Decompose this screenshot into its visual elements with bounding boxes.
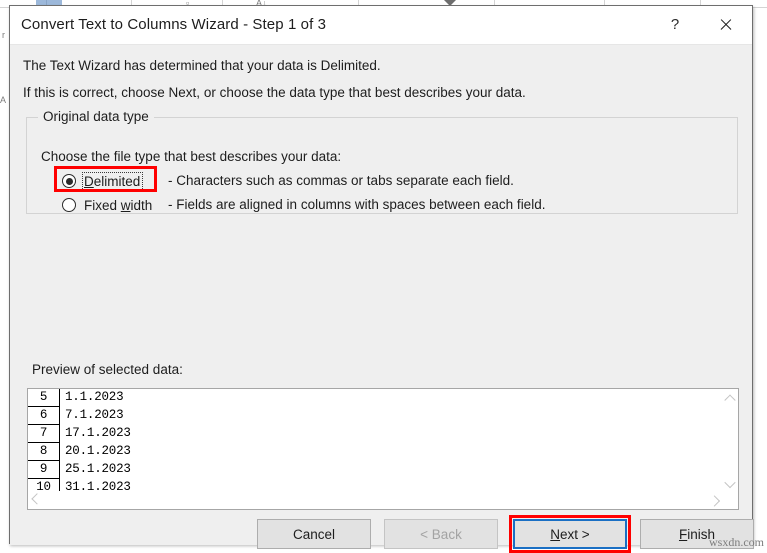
- preview-row: 9 25.1.2023: [28, 461, 720, 479]
- convert-text-to-columns-dialog: Convert Text to Columns Wizard - Step 1 …: [9, 5, 753, 544]
- radio-selected-icon: [62, 174, 76, 188]
- preview-row-value: 20.1.2023: [60, 443, 131, 461]
- preview-horizontal-scrollbar[interactable]: [28, 492, 721, 509]
- intro-text-line-2: If this is correct, choose Next, or choo…: [23, 85, 526, 100]
- preview-row-number: 8: [28, 443, 60, 461]
- close-icon: [719, 18, 732, 31]
- preview-row: 10 31.1.2023: [28, 479, 720, 491]
- preview-row: 6 7.1.2023: [28, 407, 720, 425]
- preview-row-value: 7.1.2023: [60, 407, 123, 425]
- preview-row: 7 17.1.2023: [28, 425, 720, 443]
- preview-row-value: 31.1.2023: [60, 479, 131, 491]
- radio-delimited-label: Delimited: [83, 173, 142, 190]
- chevron-left-icon: [31, 493, 42, 504]
- scroll-right-button[interactable]: [704, 492, 721, 509]
- preview-row-number: 9: [28, 461, 60, 479]
- dialog-body: The Text Wizard has determined that your…: [10, 45, 752, 545]
- radio-fixed-width-label: Fixed width: [83, 197, 154, 214]
- preview-row: 8 20.1.2023: [28, 443, 720, 461]
- preview-vertical-scrollbar[interactable]: [720, 389, 738, 492]
- scroll-left-button[interactable]: [28, 492, 45, 509]
- next-button[interactable]: Next >: [513, 519, 627, 549]
- chevron-right-icon: [708, 495, 719, 506]
- preview-row-value: 1.1.2023: [60, 389, 123, 407]
- radio-delimited[interactable]: Delimited: [62, 171, 142, 191]
- help-button[interactable]: ?: [652, 6, 698, 43]
- scroll-up-button[interactable]: [721, 389, 738, 406]
- preview-row-number: 6: [28, 407, 60, 425]
- radio-fixed-width-description: - Fields are aligned in columns with spa…: [168, 197, 545, 212]
- original-data-type-legend: Original data type: [38, 109, 154, 124]
- radio-fixed-width[interactable]: Fixed width: [62, 195, 154, 215]
- watermark: wsxdn.com: [709, 535, 764, 550]
- preview-row-value: 17.1.2023: [60, 425, 131, 443]
- dialog-title: Convert Text to Columns Wizard - Step 1 …: [21, 16, 326, 33]
- choose-file-type-label: Choose the file type that best describes…: [41, 149, 341, 164]
- preview-row-number: 10: [28, 479, 60, 491]
- preview-pane[interactable]: 5 1.1.2023 6 7.1.2023 7 17.1.2023 8 20.1…: [27, 388, 739, 510]
- preview-content: 5 1.1.2023 6 7.1.2023 7 17.1.2023 8 20.1…: [28, 389, 720, 491]
- preview-row-value: 25.1.2023: [60, 461, 131, 479]
- chevron-down-icon: [724, 476, 735, 487]
- chevron-up-icon: [724, 394, 735, 405]
- preview-row-number: 5: [28, 389, 60, 407]
- preview-row: 5 1.1.2023: [28, 389, 720, 407]
- close-button[interactable]: [702, 6, 748, 43]
- cancel-button[interactable]: Cancel: [257, 519, 371, 549]
- excel-row-header-glyph: r: [2, 30, 5, 40]
- preview-label: Preview of selected data:: [32, 362, 183, 377]
- scroll-down-button[interactable]: [721, 475, 738, 492]
- dialog-titlebar: Convert Text to Columns Wizard - Step 1 …: [10, 6, 752, 45]
- back-button[interactable]: < Back: [384, 519, 498, 549]
- radio-delimited-description: - Characters such as commas or tabs sepa…: [168, 173, 514, 188]
- question-mark-icon: ?: [671, 16, 679, 33]
- radio-unselected-icon: [62, 198, 76, 212]
- intro-text-line-1: The Text Wizard has determined that your…: [23, 58, 381, 73]
- preview-row-number: 7: [28, 425, 60, 443]
- excel-cell-text-glyph: A: [0, 95, 6, 105]
